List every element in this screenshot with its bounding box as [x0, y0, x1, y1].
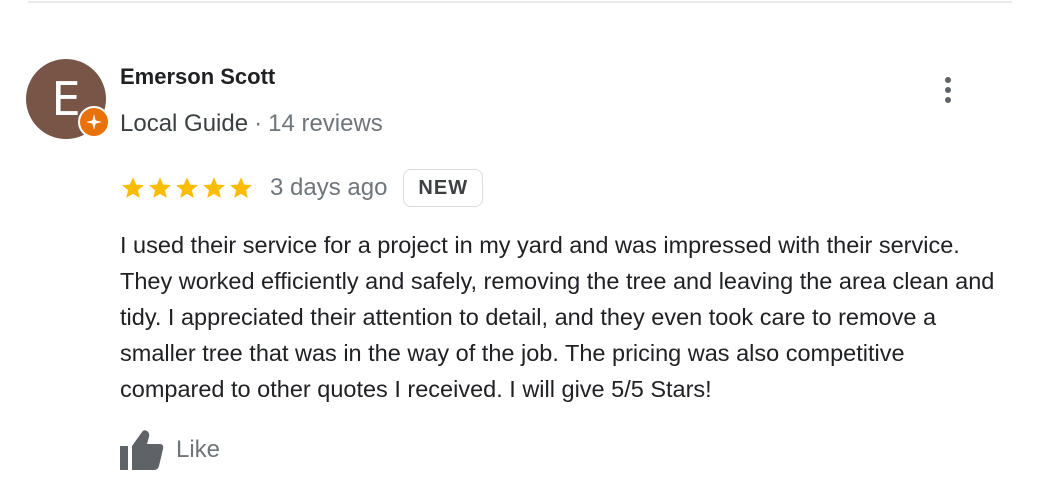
more-vertical-icon — [945, 77, 951, 103]
review-count[interactable]: 14 reviews — [268, 110, 383, 137]
reviewer-meta: Local Guide · 14 reviews — [120, 110, 383, 138]
local-guide-label: Local Guide — [120, 110, 249, 137]
star-icon — [174, 175, 200, 201]
top-divider — [28, 1, 1012, 3]
like-label: Like — [176, 436, 221, 463]
reviewer-name[interactable]: Emerson Scott — [120, 64, 275, 90]
review-date: 3 days ago — [270, 174, 388, 201]
star-icon — [147, 175, 173, 201]
rating-row: 3 days ago NEW — [120, 166, 484, 210]
star-icon — [120, 175, 146, 201]
like-button[interactable]: Like — [116, 426, 220, 474]
meta-separator: · — [254, 110, 263, 137]
review-text: I used their service for a project in my… — [120, 232, 995, 402]
thumbs-up-icon — [120, 430, 164, 470]
star-icon — [201, 175, 227, 201]
star-rating — [120, 175, 254, 201]
local-guide-star-icon — [78, 106, 110, 138]
star-icon — [228, 175, 254, 201]
reviewer-avatar[interactable]: E — [26, 59, 110, 139]
new-badge: NEW — [403, 169, 484, 207]
more-options-button[interactable] — [928, 70, 968, 110]
